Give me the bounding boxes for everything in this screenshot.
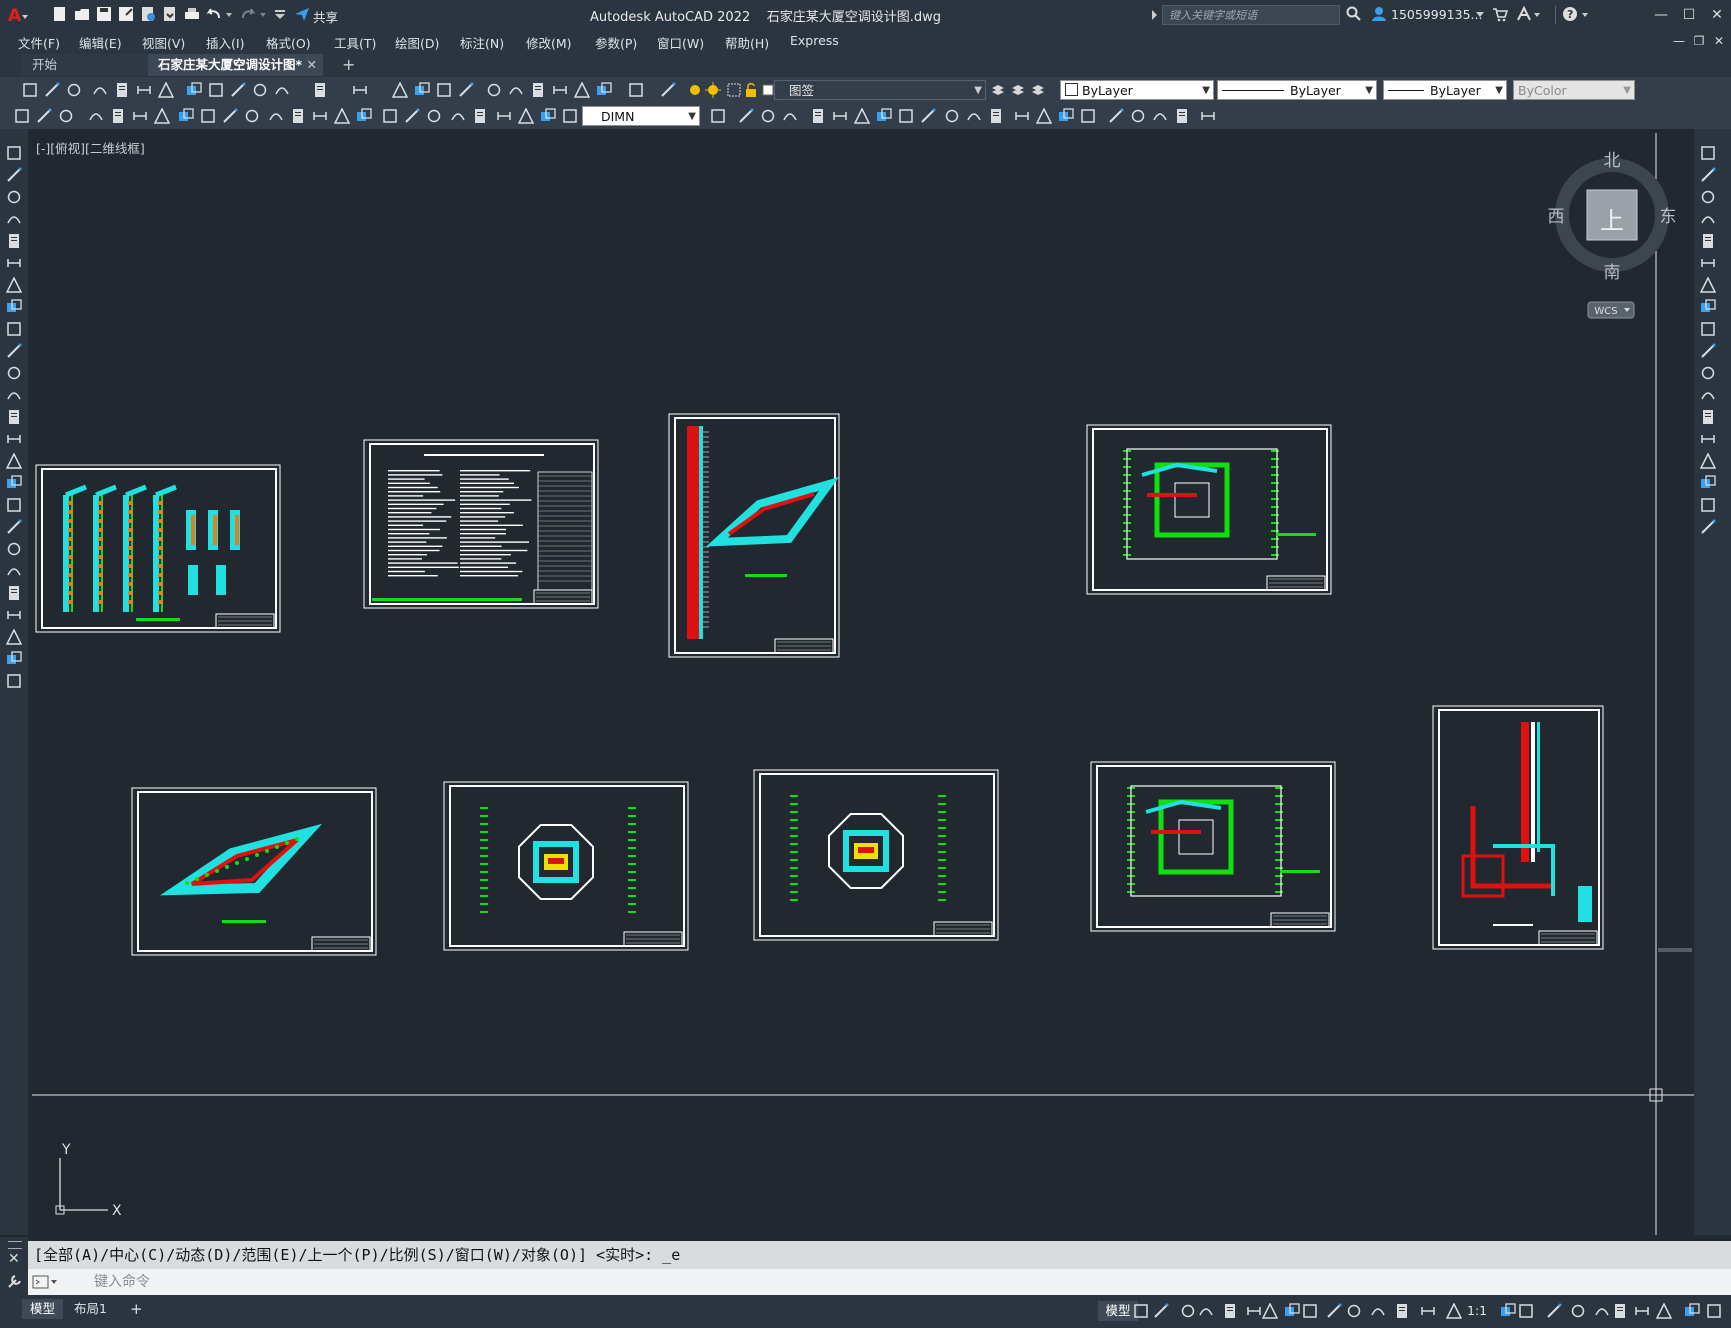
osnap-tracking-icon[interactable] xyxy=(1284,1303,1300,1319)
viewcube-top-label[interactable]: 上 xyxy=(1600,207,1624,235)
units-icon[interactable] xyxy=(1570,1303,1586,1319)
command-input-row[interactable]: 键入命令 xyxy=(28,1269,1731,1295)
ortho-icon[interactable] xyxy=(1198,1303,1214,1319)
command-close-icon[interactable]: ✕ xyxy=(8,1251,20,1267)
compass-west-label[interactable]: 西 xyxy=(1548,207,1565,227)
command-customize-icon[interactable] xyxy=(7,1273,23,1289)
command-prompt-icon[interactable] xyxy=(32,1274,58,1290)
isolate-objects-icon[interactable] xyxy=(1634,1303,1650,1319)
customize-icon[interactable] xyxy=(1706,1303,1722,1319)
transparency-icon[interactable] xyxy=(1370,1303,1386,1319)
osnap-menu-icon[interactable] xyxy=(1326,1303,1342,1319)
drawing-sheet[interactable] xyxy=(131,787,377,956)
command-grip[interactable]: ✕ xyxy=(0,1237,28,1295)
snap-icon[interactable] xyxy=(1153,1303,1169,1319)
drawing-sheet[interactable] xyxy=(1086,424,1332,595)
tab-layout1[interactable]: 布局1 xyxy=(66,1299,115,1319)
drawing-canvas[interactable] xyxy=(0,0,1731,1240)
osnap-icon[interactable] xyxy=(1302,1303,1318,1319)
compass-east-label[interactable]: 东 xyxy=(1660,207,1677,227)
selection-cycling-icon[interactable] xyxy=(1394,1303,1410,1319)
tab-model[interactable]: 模型 xyxy=(22,1299,64,1319)
grip-handle-icon[interactable] xyxy=(8,1241,22,1249)
polar-menu-icon[interactable] xyxy=(1246,1303,1262,1319)
drawing-sheet[interactable] xyxy=(1432,705,1604,950)
drawing-sheet[interactable] xyxy=(1090,761,1336,932)
auto-scale-icon[interactable] xyxy=(1446,1303,1462,1319)
compass-south-label[interactable]: 南 xyxy=(1604,263,1621,283)
annotation-scale-menu-icon[interactable] xyxy=(1500,1303,1516,1319)
wcs-label[interactable]: WCS xyxy=(1594,306,1617,317)
snap-menu-icon[interactable] xyxy=(1180,1303,1196,1319)
command-input[interactable]: 键入命令 xyxy=(94,1269,150,1295)
grid-icon[interactable] xyxy=(1133,1303,1149,1319)
lineweight-icon[interactable] xyxy=(1346,1303,1362,1319)
polar-icon[interactable] xyxy=(1222,1303,1238,1319)
viewcube[interactable]: 上 北 南 东 西 WCS xyxy=(1540,142,1680,322)
command-history: [全部(A)/中心(C)/动态(D)/范围(E)/上一个(P)/比例(S)/窗口… xyxy=(28,1241,1731,1269)
isodraft-icon[interactable] xyxy=(1262,1303,1278,1319)
quick-properties-icon[interactable] xyxy=(1594,1303,1610,1319)
add-layout-button[interactable]: + xyxy=(122,1299,151,1319)
annotation-scale[interactable]: 1:1 xyxy=(1467,1303,1487,1318)
ucs-icon: Y X xyxy=(55,1142,122,1219)
annotation-monitor-icon[interactable] xyxy=(1546,1303,1562,1319)
ucs-x-label: X xyxy=(112,1203,122,1219)
workspace-icon[interactable] xyxy=(1518,1303,1534,1319)
lock-ui-icon[interactable] xyxy=(1612,1303,1628,1319)
drawing-sheet[interactable] xyxy=(668,413,840,658)
ucs-y-label: Y xyxy=(61,1142,71,1158)
status-bar: 模型 布局1 + 模型 1:1 xyxy=(0,1295,1731,1328)
drawing-sheets xyxy=(35,413,1604,956)
model-space-button[interactable]: 模型 xyxy=(1098,1301,1138,1321)
compass-north-label[interactable]: 北 xyxy=(1604,151,1621,171)
hardware-acceleration-icon[interactable] xyxy=(1656,1303,1672,1319)
annotation-visibility-icon[interactable] xyxy=(1420,1303,1436,1319)
drawing-sheet[interactable] xyxy=(35,464,281,633)
drawing-sheet[interactable] xyxy=(443,781,689,951)
clean-screen-icon[interactable] xyxy=(1684,1303,1700,1319)
drawing-sheet[interactable] xyxy=(363,439,599,609)
drawing-sheet[interactable] xyxy=(753,769,999,941)
